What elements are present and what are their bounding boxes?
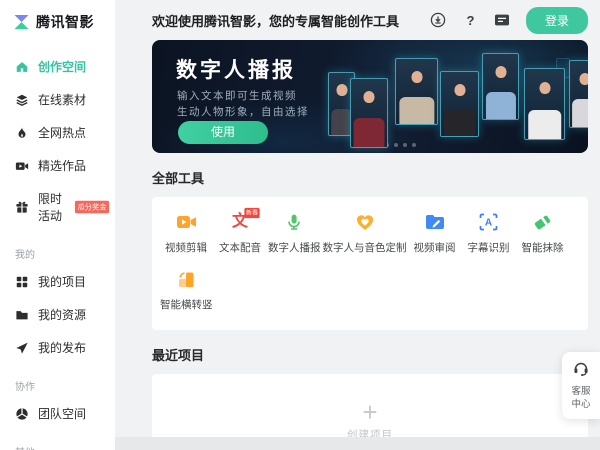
gift-icon: [15, 200, 29, 214]
sidebar-item-label: 精选作品: [38, 157, 86, 174]
tool-label: 视频审阅: [414, 240, 456, 255]
download-client-icon[interactable]: [430, 12, 447, 29]
sidebar-item-online-assets[interactable]: 在线素材: [0, 83, 115, 116]
sidebar-item-label: 全网热点: [38, 124, 86, 141]
main-content: 欢迎使用腾讯智影，您的专属智能创作工具 ? 登录 数字人播报 输入文本即可生成视…: [115, 0, 600, 450]
tool-rotate-video[interactable]: 智能横转竖: [160, 269, 213, 312]
tool-label: 数字人与音色定制: [323, 240, 407, 255]
digital-human-card: [440, 71, 479, 137]
sidebar-item-my-projects[interactable]: 我的项目: [0, 265, 115, 298]
video-edit-icon: [175, 212, 197, 232]
sidebar-item-limited-events[interactable]: 限时活动 瓜分奖金: [0, 182, 115, 232]
sidebar-group-label-other: 其他: [0, 430, 115, 450]
flame-icon: [15, 126, 29, 140]
digital-human-card: [524, 68, 565, 140]
customer-service-widget[interactable]: 客服 中心: [562, 352, 600, 419]
smart-erase-icon: [532, 212, 554, 232]
tool-subtitle-recognition[interactable]: A 字幕识别: [463, 212, 515, 255]
digital-human-card: [395, 58, 438, 125]
tool-label: 字幕识别: [468, 240, 510, 255]
hourglass-z-logo-icon: [13, 14, 30, 30]
banner-subtitle-2: 生动人物形象，自由选择: [177, 104, 309, 119]
tool-label: 智能横转竖: [160, 297, 213, 312]
layers-icon: [15, 93, 29, 107]
grid-icon: [15, 275, 29, 289]
text-dubbing-icon: 文新春: [229, 212, 251, 232]
voice-custom-icon: [354, 212, 376, 232]
welcome-text: 欢迎使用腾讯智影，您的专属智能创作工具: [152, 11, 399, 30]
plus-icon: +: [362, 399, 377, 425]
sidebar-item-team-space[interactable]: 团队空间: [0, 397, 115, 430]
tools-section-title: 全部工具: [152, 168, 588, 187]
hero-banner[interactable]: 数字人播报 输入文本即可生成视频 生动人物形象，自由选择 使用: [152, 40, 588, 153]
tool-label: 文本配音: [219, 240, 261, 255]
sidebar-item-my-resources[interactable]: 我的资源: [0, 298, 115, 331]
sidebar-group-label-collab: 协作: [0, 364, 115, 397]
video-review-icon: [424, 212, 446, 232]
home-icon: [15, 60, 29, 74]
sidebar-item-label: 限时活动: [38, 190, 63, 224]
tool-label: 智能抹除: [522, 240, 564, 255]
carousel-dot[interactable]: [394, 143, 398, 147]
tool-smart-erase[interactable]: 智能抹除: [517, 212, 569, 255]
banner-subtitle-1: 输入文本即可生成视频: [177, 88, 297, 103]
sidebar-item-label: 我的项目: [38, 273, 86, 290]
banner-title: 数字人播报: [176, 54, 296, 84]
sidebar-group-label-mine: 我的: [0, 232, 115, 265]
subtitle-ocr-icon: A: [478, 212, 500, 232]
sidebar-item-label: 创作空间: [38, 58, 86, 75]
carousel-dot[interactable]: [412, 143, 416, 147]
help-icon[interactable]: ?: [462, 12, 479, 29]
headset-icon: [573, 361, 589, 376]
recent-section-title: 最近项目: [152, 345, 588, 364]
sidebar-item-label: 团队空间: [38, 405, 86, 422]
tool-badge: 新春: [244, 208, 259, 218]
sidebar: 腾讯智影 创作空间 在线素材 全网热点 精选作品 限时活动 瓜分奖金 我的 我的…: [0, 0, 115, 450]
tool-video-review[interactable]: 视频审阅: [409, 212, 461, 255]
sidebar-item-creation-space[interactable]: 创作空间: [0, 50, 115, 83]
sidebar-item-label: 我的发布: [38, 339, 86, 356]
event-badge: 瓜分奖金: [75, 201, 109, 214]
rotate-video-icon: [175, 269, 197, 289]
tool-label: 数字人播报: [268, 240, 321, 255]
brand-logo[interactable]: 腾讯智影: [0, 0, 115, 32]
login-button[interactable]: 登录: [526, 7, 588, 34]
use-button[interactable]: 使用: [178, 121, 268, 144]
feedback-icon[interactable]: [494, 12, 511, 29]
carousel-dot[interactable]: [403, 143, 407, 147]
topbar: 欢迎使用腾讯智影，您的专属智能创作工具 ? 登录: [152, 0, 588, 40]
digital-human-card: [350, 78, 388, 148]
digital-human-mic-icon: [283, 212, 305, 232]
sidebar-item-label: 在线素材: [38, 91, 86, 108]
brand-name: 腾讯智影: [36, 12, 94, 32]
paper-plane-icon: [15, 341, 29, 355]
create-project-button[interactable]: + 创建项目: [347, 399, 393, 442]
svg-text:A: A: [485, 218, 492, 229]
folder-icon: [15, 308, 29, 322]
tools-card: 视频剪辑 文新春 文本配音 数字人播报 数字人与音色定制: [152, 197, 588, 330]
tool-voice-custom[interactable]: 数字人与音色定制: [323, 212, 407, 255]
customer-service-label: 客服 中心: [562, 385, 600, 411]
sidebar-item-my-publications[interactable]: 我的发布: [0, 331, 115, 364]
sidebar-item-trending[interactable]: 全网热点: [0, 116, 115, 149]
sidebar-item-featured-works[interactable]: 精选作品: [0, 149, 115, 182]
tool-label: 视频剪辑: [165, 240, 207, 255]
tool-video-edit[interactable]: 视频剪辑: [160, 212, 212, 255]
team-icon: [15, 407, 29, 421]
tool-text-dubbing[interactable]: 文新春 文本配音: [214, 212, 266, 255]
sidebar-item-label: 我的资源: [38, 306, 86, 323]
digital-human-card: [569, 60, 588, 128]
bottom-strip: [115, 437, 600, 450]
video-camera-icon: [15, 159, 29, 173]
digital-human-card: [482, 53, 519, 120]
sidebar-nav: 创作空间 在线素材 全网热点 精选作品 限时活动 瓜分奖金 我的 我的项目 我的…: [0, 50, 115, 450]
tool-digital-human-broadcast[interactable]: 数字人播报: [268, 212, 321, 255]
